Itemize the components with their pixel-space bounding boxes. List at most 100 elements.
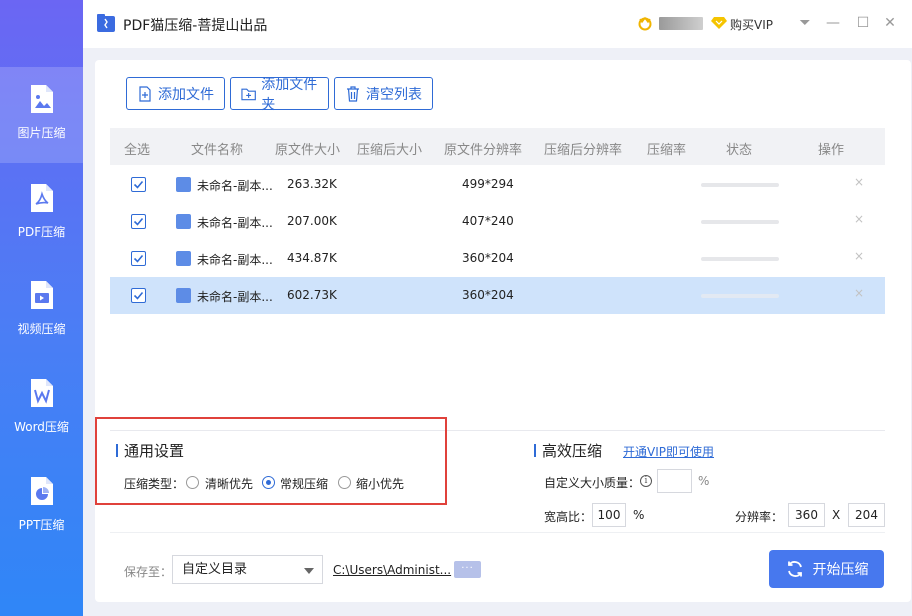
- row-checkbox[interactable]: [131, 177, 146, 192]
- radio-clarity-first[interactable]: [186, 476, 199, 489]
- ppt-file-icon: [30, 477, 53, 505]
- start-compress-button[interactable]: 开始压缩: [769, 550, 884, 588]
- sidebar-item-label: PDF压缩: [17, 225, 66, 239]
- sidebar-item-image-compress[interactable]: 图片压缩: [0, 67, 83, 163]
- file-size: 434.87K: [287, 251, 337, 265]
- app-logo-icon: [97, 14, 115, 32]
- file-resolution: 360*204: [462, 251, 514, 265]
- progress-bar: [701, 257, 779, 261]
- table-row[interactable]: 未命名-副本... 207.00K 407*240 ×: [110, 203, 885, 240]
- width-input[interactable]: 360: [788, 503, 825, 527]
- refresh-icon: [787, 561, 802, 577]
- sidebar-item-video-compress[interactable]: 视频压缩: [0, 263, 83, 359]
- row-checkbox[interactable]: [131, 288, 146, 303]
- minimize-icon[interactable]: —: [825, 15, 841, 31]
- image-thumb-icon: [176, 177, 191, 192]
- buy-vip-link[interactable]: 购买VIP: [730, 16, 773, 33]
- table-row[interactable]: 未命名-副本... 263.32K 499*294 ×: [110, 166, 885, 203]
- file-size: 207.00K: [287, 214, 337, 228]
- add-file-button[interactable]: 添加文件: [126, 77, 225, 110]
- sidebar-item-label: PPT压缩: [18, 518, 65, 532]
- chevron-down-icon: [304, 568, 314, 574]
- add-folder-label: 添加文件夹: [261, 76, 318, 113]
- titlebar: PDF猫压缩-菩提山出品 购买VIP ⏷ — ☐ ✕: [83, 0, 912, 48]
- table-row[interactable]: 未命名-副本... 434.87K 360*204 ×: [110, 240, 885, 277]
- clear-list-button[interactable]: 清空列表: [334, 77, 433, 110]
- orig-size-header: 原文件大小: [275, 143, 341, 158]
- output-path-link[interactable]: C:\Users\Administ...: [333, 563, 451, 577]
- radio-clarity-first-label[interactable]: 清晰优先: [205, 475, 253, 492]
- image-thumb-icon: [176, 214, 191, 229]
- table-header: 全选 文件名称 原文件大小 压缩后大小 原文件分辨率 压缩后分辨率 压缩率 状态…: [110, 128, 885, 165]
- word-file-icon: [30, 379, 53, 407]
- file-name: 未命名-副本...: [197, 253, 273, 267]
- action-header: 操作: [818, 143, 845, 158]
- file-resolution: 499*294: [462, 177, 514, 191]
- height-input[interactable]: 204: [848, 503, 885, 527]
- section-marker: [534, 444, 536, 457]
- resolution-separator: X: [832, 508, 841, 522]
- main-panel: 添加文件 添加文件夹 清空列表 全选 文件名称 原文件大小 压缩后大小 原文件分…: [95, 60, 911, 602]
- radio-size-first[interactable]: [338, 476, 351, 489]
- progress-bar: [701, 220, 779, 224]
- close-icon[interactable]: ✕: [882, 15, 898, 31]
- aspect-ratio-unit: %: [633, 508, 645, 522]
- trash-icon: [347, 85, 359, 102]
- start-compress-label: 开始压缩: [812, 562, 869, 578]
- sidebar-item-word-compress[interactable]: Word压缩: [0, 361, 83, 457]
- image-thumb-icon: [176, 288, 191, 303]
- remove-row-button[interactable]: ×: [854, 175, 864, 189]
- video-file-icon: [30, 281, 53, 309]
- section-marker: [116, 444, 118, 457]
- file-name: 未命名-副本...: [197, 216, 273, 230]
- sidebar-item-label: 图片压缩: [17, 126, 66, 140]
- sidebar-item-pdf-compress[interactable]: PDF压缩: [0, 166, 83, 262]
- file-resolution: 360*204: [462, 288, 514, 302]
- quality-input[interactable]: [657, 469, 692, 493]
- compressed-size-header: 压缩后大小: [357, 143, 423, 158]
- progress-bar: [701, 183, 779, 187]
- quality-unit: %: [698, 474, 710, 488]
- add-file-label: 添加文件: [158, 86, 214, 103]
- browse-more-button[interactable]: ···: [454, 561, 481, 578]
- username-blurred: [659, 17, 703, 30]
- radio-normal-compress[interactable]: [262, 476, 275, 489]
- user-crown-icon: [638, 16, 652, 31]
- vip-diamond-icon[interactable]: [711, 16, 727, 30]
- aspect-ratio-label: 宽高比：: [544, 510, 593, 524]
- radio-size-first-label[interactable]: 缩小优先: [356, 475, 404, 492]
- compress-type-label: 压缩类型：: [124, 477, 185, 491]
- sidebar-item-label: Word压缩: [14, 420, 69, 434]
- clear-list-label: 清空列表: [366, 86, 422, 103]
- row-checkbox[interactable]: [131, 214, 146, 229]
- menu-icon[interactable]: ⏷: [797, 15, 813, 31]
- file-size: 263.32K: [287, 177, 337, 191]
- select-all-header[interactable]: 全选: [124, 139, 150, 158]
- row-checkbox[interactable]: [131, 251, 146, 266]
- sidebar-item-label: 视频压缩: [17, 322, 66, 336]
- add-folder-icon: [241, 88, 256, 100]
- image-thumb-icon: [176, 251, 191, 266]
- compressed-resolution-header: 压缩后分辨率: [544, 143, 623, 158]
- efficient-compress-title: 高效压缩: [542, 442, 603, 460]
- status-header: 状态: [726, 143, 753, 158]
- app-title: PDF猫压缩-菩提山出品: [123, 18, 268, 34]
- radio-normal-compress-label[interactable]: 常规压缩: [280, 475, 328, 492]
- maximize-icon[interactable]: ☐: [855, 15, 871, 31]
- image-file-icon: [30, 85, 53, 113]
- ratio-header: 压缩率: [647, 143, 687, 158]
- add-folder-button[interactable]: 添加文件夹: [230, 77, 329, 113]
- sidebar-item-ppt-compress[interactable]: PPT压缩: [0, 459, 83, 555]
- table-row-selected[interactable]: 未命名-副本... 602.73K 360*204 ×: [110, 277, 885, 314]
- remove-row-button[interactable]: ×: [854, 212, 864, 226]
- remove-row-button[interactable]: ×: [854, 249, 864, 263]
- open-vip-link[interactable]: 开通VIP即可使用: [623, 443, 714, 460]
- save-location-select[interactable]: 自定义目录: [172, 555, 323, 584]
- aspect-ratio-input[interactable]: 100: [592, 503, 626, 527]
- file-name-header: 文件名称: [191, 143, 244, 158]
- general-settings-title: 通用设置: [124, 442, 185, 460]
- sidebar: 图片压缩 PDF压缩 视频压缩 Word压缩 PPT压缩: [0, 0, 83, 616]
- file-name: 未命名-副本...: [197, 290, 273, 304]
- remove-row-button[interactable]: ×: [854, 286, 864, 300]
- info-icon[interactable]: i: [640, 475, 652, 487]
